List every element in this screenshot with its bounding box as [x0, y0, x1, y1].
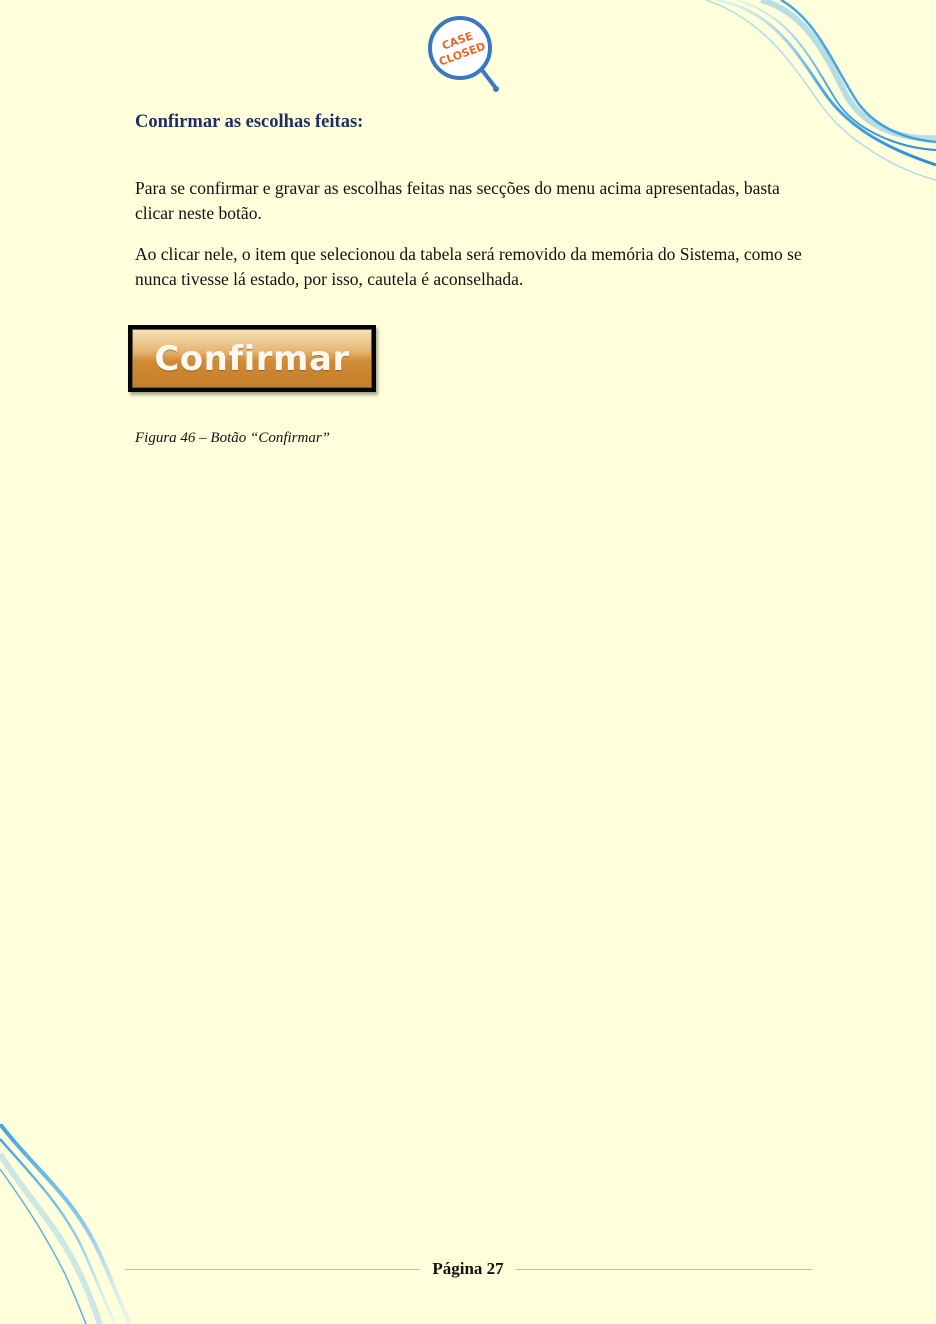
- footer-divider-right: [516, 1269, 812, 1270]
- section-heading: Confirmar as escolhas feitas:: [135, 112, 364, 132]
- decorative-wave-top-right: [706, 0, 936, 181]
- case-closed-logo: CASE CLOSED: [428, 16, 499, 92]
- footer-divider-left: [125, 1269, 420, 1270]
- figure-confirmar-button-image: Confirmar: [128, 325, 376, 392]
- body-paragraph: Ao clicar nele, o item que selecionou da…: [135, 244, 802, 289]
- figure-caption: Figura 46 – Botão “Confirmar”: [135, 430, 331, 446]
- decorative-wave-bottom-left: [0, 1124, 132, 1324]
- body-paragraph: Para se confirmar e gravar as escolhas f…: [135, 178, 780, 223]
- confirmar-button-label: Confirmar: [154, 338, 350, 379]
- page-number: Página 27: [432, 1259, 504, 1278]
